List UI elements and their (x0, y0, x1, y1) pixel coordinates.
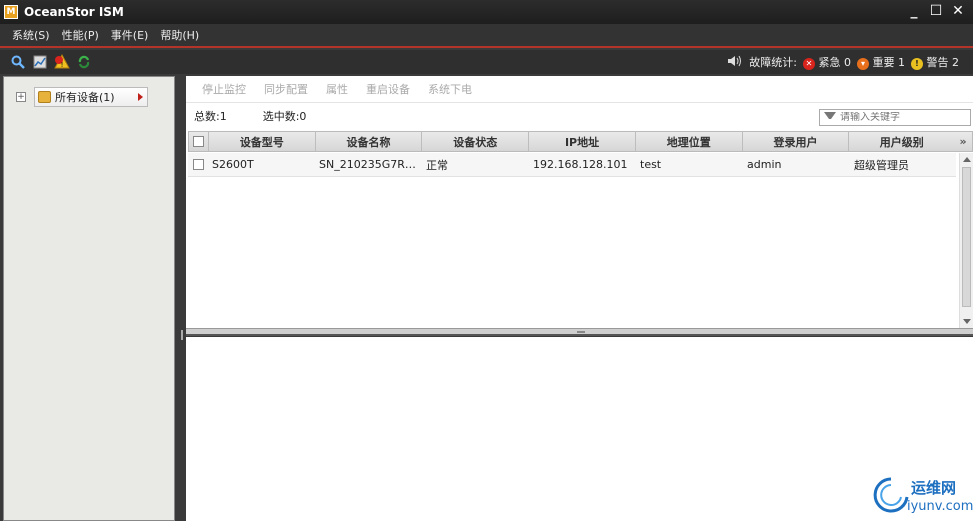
device-tree-panel: + 所有设备(1) (3, 76, 175, 521)
row-checkbox[interactable] (192, 159, 204, 170)
tree-node-label: 所有设备(1) (55, 91, 115, 104)
menu-help[interactable]: 帮助(H) (160, 27, 199, 43)
menu-performance[interactable]: 性能(P) (62, 27, 99, 43)
scroll-thumb[interactable] (962, 167, 971, 307)
tree-root: + 所有设备(1) (16, 87, 148, 107)
scroll-up-icon[interactable] (963, 157, 971, 162)
search-icon[interactable] (10, 54, 26, 70)
watermark-cn: 运维网 (911, 479, 957, 497)
sync-config-button[interactable]: 同步配置 (264, 81, 308, 97)
speaker-icon[interactable] (727, 55, 743, 70)
scroll-down-icon[interactable] (963, 319, 971, 324)
table-header: 设备型号 设备名称 设备状态 IP地址 地理位置 登录用户 用户级别 » (188, 131, 973, 152)
vertical-scrollbar[interactable] (959, 153, 973, 328)
svg-text:!: ! (61, 61, 64, 69)
cell-ip: 192.168.128.101 (533, 158, 628, 171)
toolbar: ! 故障统计: ✕ 紧急 0 ▾ 重要 1 ! 警告 2 (0, 50, 973, 74)
detail-panel: 运维网 iyunv.com (186, 337, 973, 521)
recycle-icon[interactable] (76, 54, 92, 70)
menu-bar: 系统(S) 性能(P) 事件(E) 帮助(H) (0, 24, 973, 48)
critical-alarm[interactable]: ✕ 紧急 0 (803, 54, 851, 70)
major-alarm-count: 1 (898, 56, 905, 69)
filter-icon (824, 111, 836, 124)
close-button[interactable]: ✕ (949, 2, 967, 20)
column-menu-icon[interactable]: » (954, 132, 972, 151)
arrow-right-icon (138, 93, 143, 101)
warning-alarm-icon: ! (911, 58, 923, 70)
app-title: OceanStor ISM (24, 5, 124, 19)
restart-device-button[interactable]: 重启设备 (366, 81, 410, 97)
column-header[interactable]: 地理位置 (636, 132, 743, 151)
selected-count: 选中数:0 (262, 110, 307, 123)
major-alarm[interactable]: ▾ 重要 1 (857, 54, 905, 70)
cell-model: S2600T (212, 158, 254, 171)
column-header[interactable]: IP地址 (529, 132, 636, 151)
column-header[interactable]: 设备状态 (422, 132, 530, 151)
count-bar: 总数:1 选中数:0 (186, 103, 973, 129)
header-checkbox-cell (189, 132, 209, 151)
row-checkbox-cell (188, 159, 208, 170)
folder-icon (38, 91, 51, 103)
maximize-button[interactable]: ☐ (927, 2, 945, 20)
watermark-en: iyunv.com (907, 499, 973, 514)
horizontal-splitter[interactable] (186, 328, 973, 336)
critical-alarm-label: 紧急 (818, 56, 841, 69)
major-alarm-label: 重要 (872, 56, 895, 69)
alarm-stats-label: 故障统计: (749, 56, 797, 69)
alarm-statistics: 故障统计: ✕ 紧急 0 ▾ 重要 1 ! 警告 2 (727, 54, 959, 70)
app-logo-icon: M (4, 5, 18, 19)
column-header[interactable]: 登录用户 (743, 132, 850, 151)
total-count: 总数:1 (194, 110, 227, 123)
column-header[interactable]: 设备型号 (209, 132, 316, 151)
tree-node-all-devices[interactable]: 所有设备(1) (34, 87, 148, 107)
device-list-panel: 停止监控 同步配置 属性 重启设备 系统下电 总数:1 选中数:0 设备型号 设… (186, 76, 973, 328)
title-bar: M OceanStor ISM _ ☐ ✕ (0, 0, 973, 24)
table-row[interactable]: S2600T SN_210235G7R11... 正常 192.168.128.… (188, 153, 956, 177)
search-input[interactable] (840, 112, 960, 123)
minimize-button[interactable]: _ (905, 2, 923, 20)
expand-icon[interactable]: + (16, 92, 26, 102)
stop-monitor-button[interactable]: 停止监控 (202, 81, 246, 97)
cell-user-level: 超级管理员 (854, 158, 909, 172)
splitter-grip (181, 330, 183, 340)
menu-system[interactable]: 系统(S) (12, 27, 50, 43)
window-controls: _ ☐ ✕ (905, 2, 967, 20)
vertical-splitter[interactable] (178, 76, 186, 521)
watermark-logo: 运维网 iyunv.com (871, 475, 973, 517)
power-off-button[interactable]: 系统下电 (428, 81, 472, 97)
cell-name: SN_210235G7R11... (319, 158, 422, 171)
critical-alarm-icon: ✕ (803, 58, 815, 70)
warning-alarm-label: 警告 (926, 56, 949, 69)
warning-alarm-count: 2 (952, 56, 959, 69)
cell-login-user: admin (747, 158, 782, 171)
major-alarm-icon: ▾ (857, 58, 869, 70)
select-all-checkbox[interactable] (192, 136, 204, 147)
splitter-grip (577, 331, 585, 333)
warning-alarm[interactable]: ! 警告 2 (911, 54, 959, 70)
column-header[interactable]: 用户级别 (849, 132, 954, 151)
chart-icon[interactable] (32, 54, 48, 70)
menu-events[interactable]: 事件(E) (111, 27, 149, 43)
column-header[interactable]: 设备名称 (316, 132, 423, 151)
properties-button[interactable]: 属性 (326, 81, 348, 97)
alarm-icon[interactable]: ! (54, 54, 70, 70)
action-bar: 停止监控 同步配置 属性 重启设备 系统下电 (186, 76, 973, 103)
search-box (819, 109, 971, 126)
cell-location: test (640, 158, 662, 171)
critical-alarm-count: 0 (844, 56, 851, 69)
cell-status: 正常 (426, 158, 448, 172)
